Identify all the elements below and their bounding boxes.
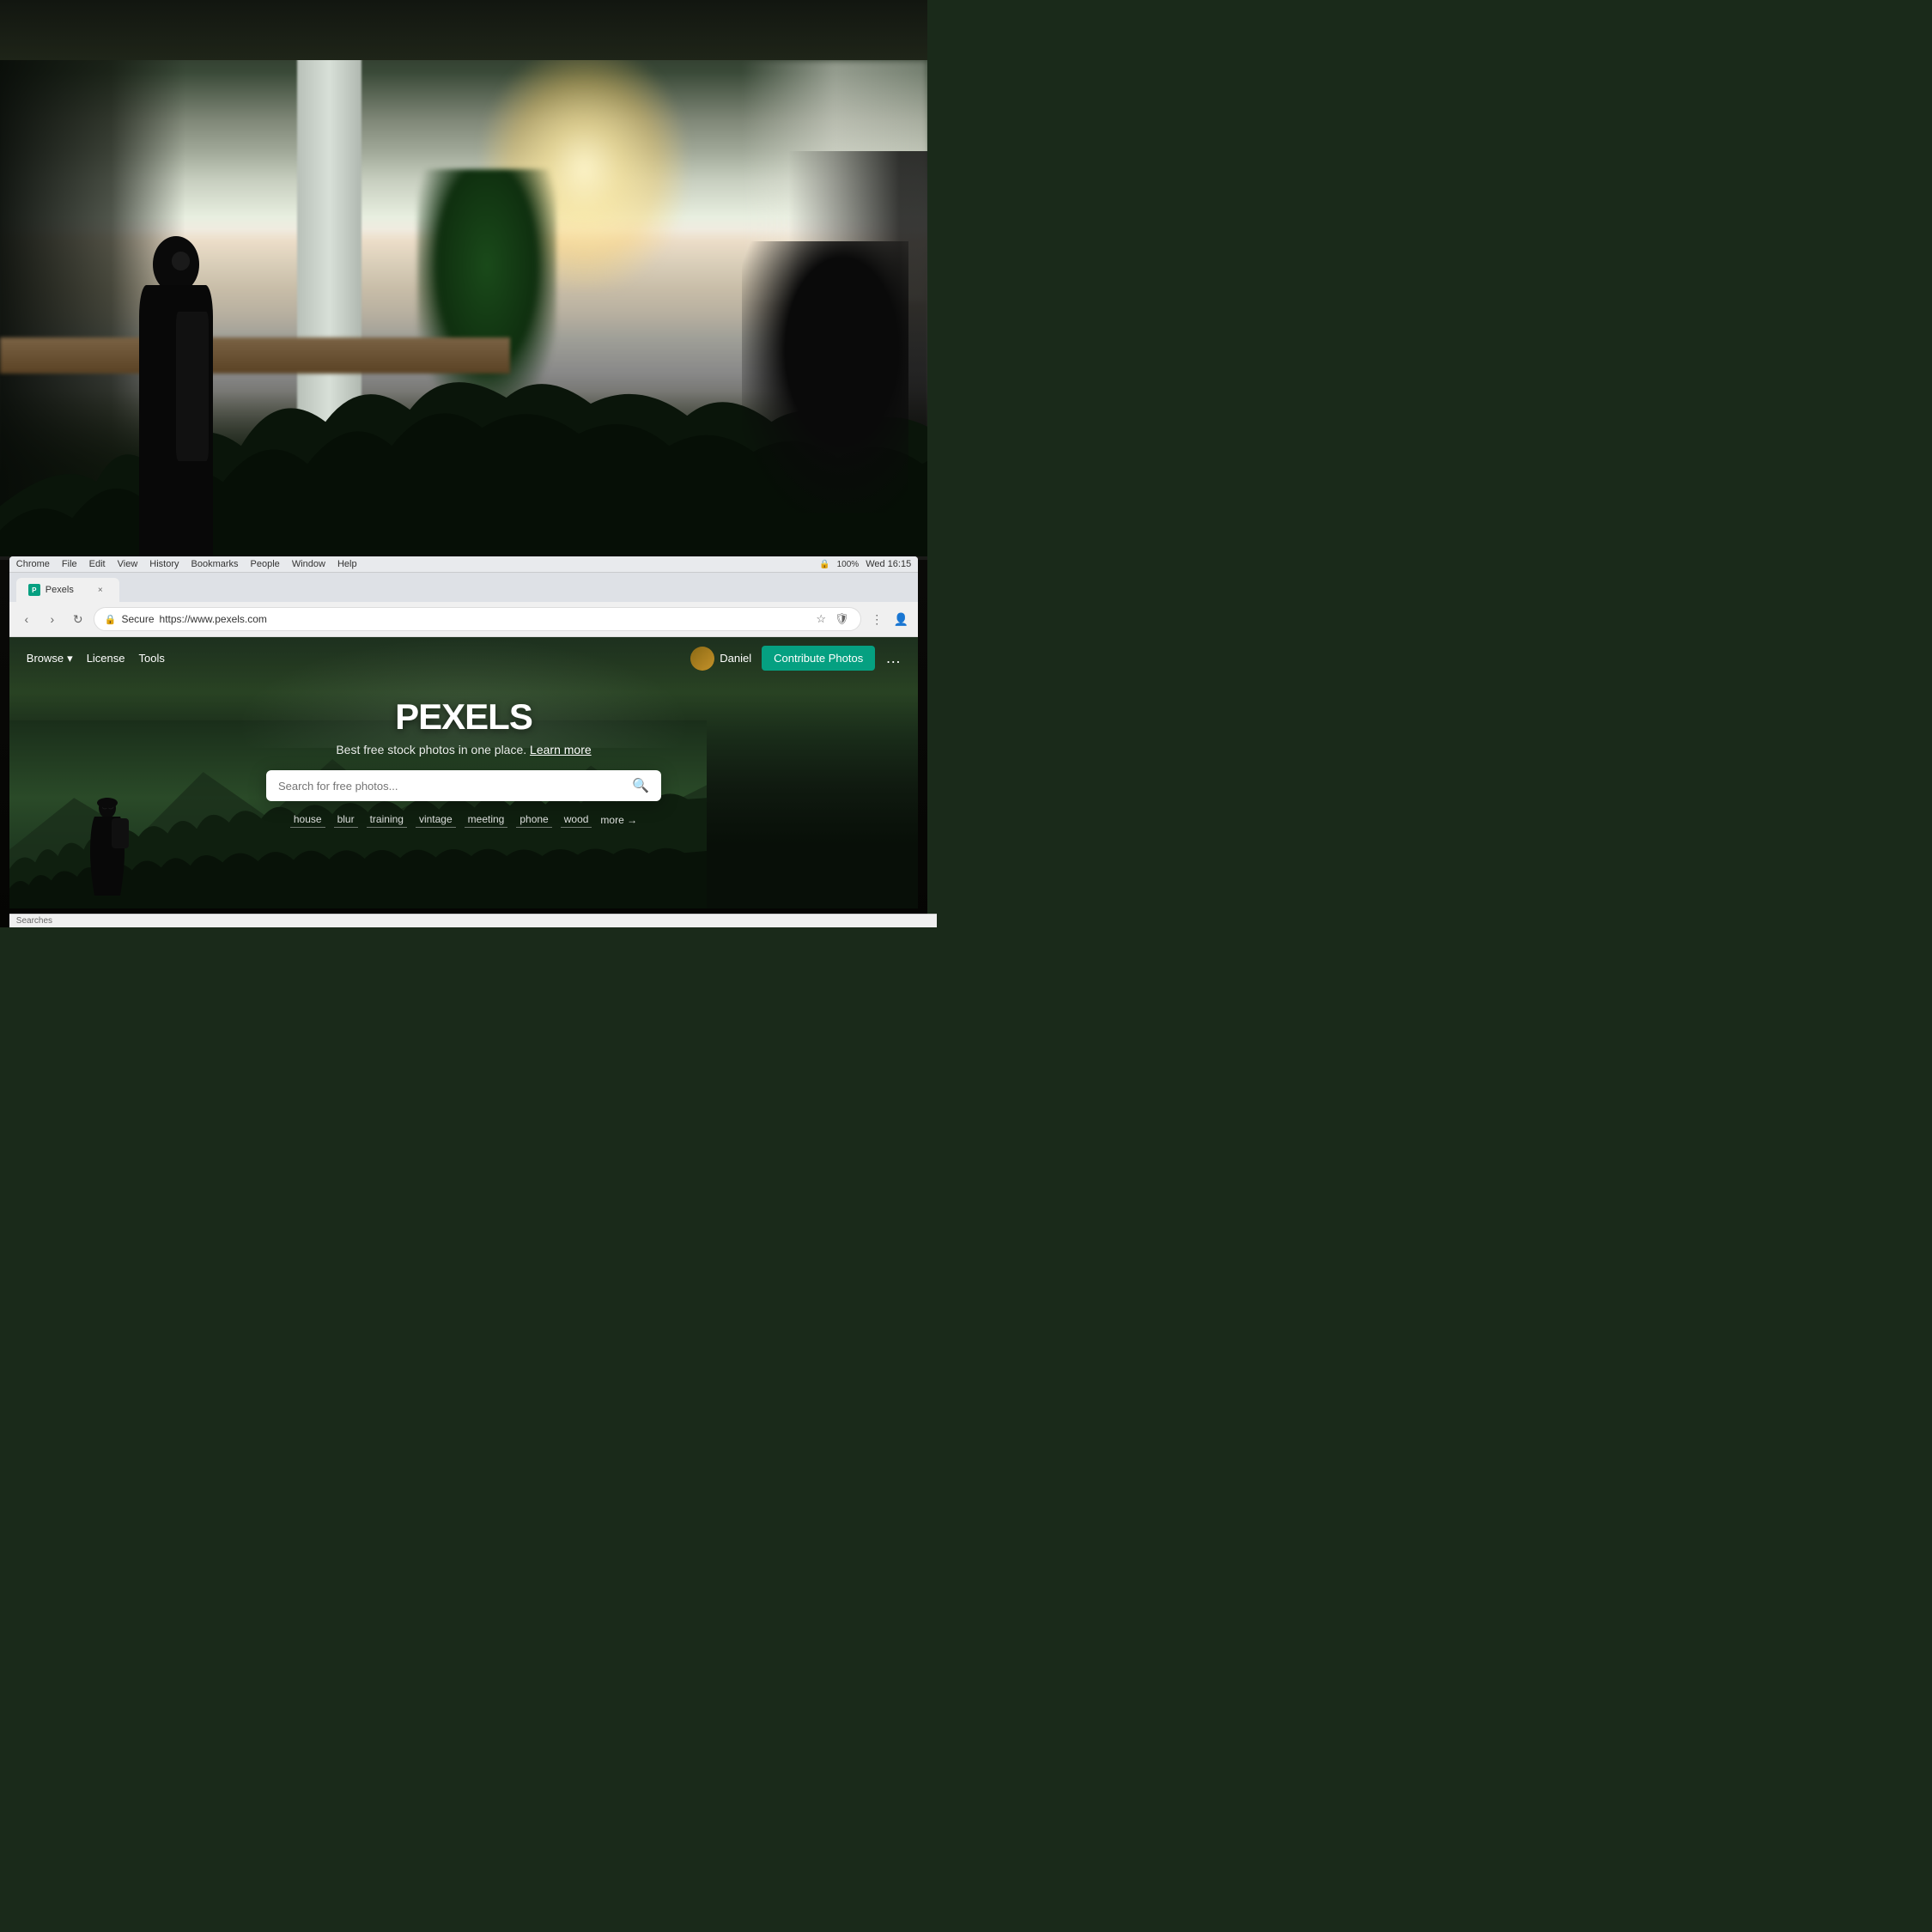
chair [742, 241, 908, 513]
wifi-icon: 🔒 [819, 560, 829, 569]
website-content: Browse ▾ License Tools Daniel Contribut [9, 637, 918, 908]
subtitle-text: Best free stock photos in one place. [336, 743, 526, 756]
user-avatar [690, 647, 714, 671]
forward-button[interactable]: › [42, 609, 63, 629]
menu-right-area: 🔒 100% Wed 16:15 [819, 559, 911, 569]
status-text: Searches [16, 916, 52, 926]
menu-chrome[interactable]: Chrome [16, 559, 50, 569]
address-bar-row: ‹ › ↻ 🔒 Secure https://www.pexels.com ☆ … [9, 602, 918, 637]
tag-blur[interactable]: blur [334, 811, 358, 828]
more-options-button[interactable]: … [885, 649, 901, 667]
search-container: 🔍 [266, 770, 661, 801]
shield-icon[interactable]: 🛡 [833, 611, 850, 628]
tag-house[interactable]: house [290, 811, 325, 828]
menu-window[interactable]: Window [292, 559, 325, 569]
secure-lock-icon: 🔒 [105, 614, 117, 625]
extensions-icon[interactable]: ⋮ [866, 609, 887, 629]
profile-icon[interactable]: 👤 [890, 609, 911, 629]
pexels-nav-right: Daniel Contribute Photos … [690, 646, 901, 671]
star-icon[interactable]: ☆ [812, 611, 829, 628]
user-name-label: Daniel [720, 652, 751, 665]
battery-icon: 100% [837, 560, 860, 569]
more-tags-link[interactable]: more → [600, 814, 637, 826]
toolbar-right: ⋮ 👤 [866, 609, 911, 629]
browser-tab-pexels[interactable]: P Pexels × [16, 578, 119, 602]
address-right-icons: ☆ 🛡 [812, 611, 850, 628]
tag-phone[interactable]: phone [516, 811, 551, 828]
tab-bar: P Pexels × [9, 573, 918, 602]
bottom-bar: Searches [9, 914, 937, 927]
address-field[interactable]: 🔒 Secure https://www.pexels.com ☆ 🛡 [94, 607, 861, 631]
tag-meeting[interactable]: meeting [465, 811, 508, 828]
browse-button[interactable]: Browse ▾ [27, 652, 73, 665]
tab-close-button[interactable]: × [94, 583, 107, 597]
browse-label: Browse [27, 652, 64, 665]
clock: Wed 16:15 [866, 559, 911, 569]
tag-wood[interactable]: wood [561, 811, 592, 828]
reload-button[interactable]: ↻ [68, 609, 88, 629]
pexels-nav-left: Browse ▾ License Tools [27, 652, 165, 665]
learn-more-link[interactable]: Learn more [530, 743, 592, 756]
menu-bookmarks[interactable]: Bookmarks [191, 559, 239, 569]
browse-chevron-icon: ▾ [67, 652, 73, 665]
menu-bar: Chrome File Edit View History Bookmarks … [9, 556, 918, 573]
menu-people[interactable]: People [251, 559, 280, 569]
tag-vintage[interactable]: vintage [416, 811, 456, 828]
menu-file[interactable]: File [62, 559, 77, 569]
search-input[interactable] [278, 780, 625, 793]
search-icon[interactable]: 🔍 [632, 777, 649, 794]
menu-help[interactable]: Help [337, 559, 357, 569]
tab-title: Pexels [46, 585, 74, 595]
browser-window: Chrome File Edit View History Bookmarks … [9, 556, 918, 908]
back-button[interactable]: ‹ [16, 609, 37, 629]
pexels-nav: Browse ▾ License Tools Daniel Contribut [9, 637, 918, 679]
tag-training[interactable]: training [367, 811, 407, 828]
hero-subtitle: Best free stock photos in one place. Lea… [336, 743, 591, 756]
ceiling [0, 0, 927, 60]
url-display: https://www.pexels.com [160, 613, 267, 625]
office-scene [0, 0, 927, 603]
tools-button[interactable]: Tools [139, 652, 165, 665]
search-input-row: 🔍 [266, 770, 661, 801]
contribute-photos-button[interactable]: Contribute Photos [762, 646, 875, 671]
menu-history[interactable]: History [149, 559, 179, 569]
secure-label: Secure [122, 613, 155, 625]
pexels-logo: PEXELS [395, 696, 532, 738]
pexels-hero: Browse ▾ License Tools Daniel Contribut [9, 637, 918, 908]
hero-content: PEXELS Best free stock photos in one pla… [9, 696, 918, 828]
user-profile-area[interactable]: Daniel [690, 647, 751, 671]
person-silhouette [130, 229, 222, 603]
license-button[interactable]: License [87, 652, 125, 665]
menu-view[interactable]: View [118, 559, 138, 569]
tab-favicon: P [28, 584, 40, 596]
menu-edit[interactable]: Edit [89, 559, 106, 569]
search-tags: house blur training vintage meeting phon… [290, 811, 637, 828]
